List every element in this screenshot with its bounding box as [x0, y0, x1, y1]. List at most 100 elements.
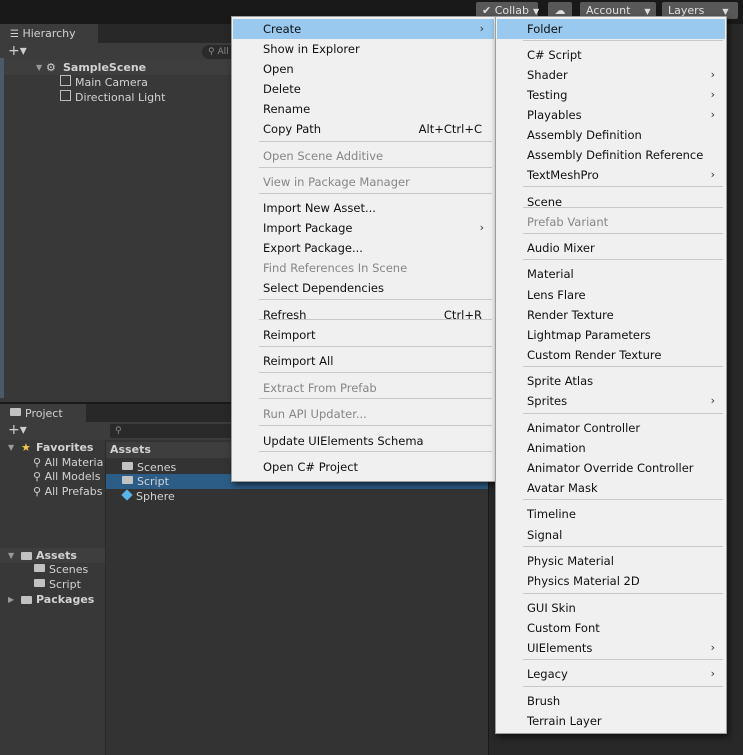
menu-item-copy-path[interactable]: Copy Path Alt+Ctrl+C — [233, 119, 494, 139]
menu-item-import-package[interactable]: Import Package › — [233, 218, 494, 238]
create-menu-item-lens-flare[interactable]: Lens Flare — [497, 285, 725, 305]
create-menu-item-assembly-definition-reference[interactable]: Assembly Definition Reference — [497, 145, 725, 165]
create-menu-item-signal[interactable]: Signal — [497, 525, 725, 545]
create-menu-item-c-script[interactable]: C# Script — [497, 45, 725, 65]
menu-item-export-package[interactable]: Export Package... — [233, 238, 494, 258]
menu-item-label: Open — [263, 62, 294, 76]
create-menu-item-gui-skin[interactable]: GUI Skin — [497, 598, 725, 618]
create-menu-item-physics-material-2d[interactable]: Physics Material 2D — [497, 571, 725, 591]
expand-arrow-icon: ▼ — [8, 443, 15, 452]
menu-item-update-uielements-schema[interactable]: Update UIElements Schema — [233, 431, 494, 451]
menu-item-label: Delete — [263, 82, 301, 96]
menu-separator — [523, 546, 723, 547]
create-menu-item-custom-font[interactable]: Custom Font — [497, 618, 725, 638]
menu-separator — [523, 686, 723, 687]
favorite-item[interactable]: ⚲ All Prefabs — [33, 484, 103, 499]
menu-item-create[interactable]: Create › — [233, 19, 494, 39]
menu-item-select-dependencies[interactable]: Select Dependencies — [233, 278, 494, 298]
add-icon[interactable]: +▾ — [8, 422, 27, 438]
menu-separator — [259, 398, 492, 399]
menu-item-label: Custom Render Texture — [527, 348, 662, 362]
create-menu-item-textmeshpro[interactable]: TextMeshPro › — [497, 165, 725, 185]
hierarchy-item[interactable]: Directional Light — [60, 90, 165, 105]
menu-item-open[interactable]: Open — [233, 59, 494, 79]
tab-project[interactable]: Project — [0, 404, 86, 424]
menu-separator — [523, 207, 723, 208]
create-menu-item-render-texture[interactable]: Render Texture — [497, 305, 725, 325]
create-menu-item-animator-override-controller[interactable]: Animator Override Controller — [497, 458, 725, 478]
create-menu-item-physic-material[interactable]: Physic Material — [497, 551, 725, 571]
create-menu-item-sprites[interactable]: Sprites › — [497, 391, 725, 411]
favorite-item[interactable]: ⚲ All Models — [33, 469, 100, 484]
create-menu-item-sprite-atlas[interactable]: Sprite Atlas — [497, 371, 725, 391]
content-item[interactable]: Scenes — [122, 460, 176, 475]
create-menu-item-terrain-layer[interactable]: Terrain Layer — [497, 711, 725, 731]
collapse-arrow-icon: ▶ — [8, 595, 15, 604]
create-menu-item-testing[interactable]: Testing › — [497, 85, 725, 105]
menu-item-label: Lens Flare — [527, 288, 586, 302]
menu-item-label: Terrain Layer — [527, 714, 602, 728]
chevron-right-icon: › — [710, 88, 715, 101]
packages-row[interactable]: ▶ Packages — [0, 592, 105, 607]
hierarchy-item[interactable]: Main Camera — [60, 75, 148, 90]
menu-item-label: Custom Font — [527, 621, 600, 635]
folder-icon — [10, 408, 21, 416]
create-menu-item-custom-render-texture[interactable]: Custom Render Texture — [497, 345, 725, 365]
content-item[interactable]: Sphere — [121, 489, 175, 504]
create-menu-item-uielements[interactable]: UIElements › — [497, 638, 725, 658]
create-menu-item-animation[interactable]: Animation — [497, 438, 725, 458]
menu-separator — [259, 372, 492, 373]
create-menu-item-timeline[interactable]: Timeline — [497, 504, 725, 524]
menu-item-show-in-explorer[interactable]: Show in Explorer — [233, 39, 494, 59]
create-menu-item-lightmap-parameters[interactable]: Lightmap Parameters — [497, 325, 725, 345]
menu-item-reimport-all[interactable]: Reimport All — [233, 351, 494, 371]
gameobject-cube-icon — [60, 75, 71, 86]
menu-item-reimport[interactable]: Reimport — [233, 325, 494, 345]
menu-item-label: C# Script — [527, 48, 582, 62]
folder-open-icon — [21, 552, 32, 560]
menu-item-label: GUI Skin — [527, 601, 576, 615]
asset-folder-item[interactable]: Script — [34, 577, 81, 592]
menu-separator — [259, 193, 492, 194]
project-search-input[interactable]: ⚲ — [110, 424, 240, 438]
create-menu-item-legacy[interactable]: Legacy › — [497, 664, 725, 684]
add-icon[interactable]: +▾ — [8, 43, 27, 59]
menu-separator — [523, 233, 723, 234]
menu-separator — [259, 319, 492, 320]
asset-folder-item[interactable]: Scenes — [34, 562, 88, 577]
folder-icon — [21, 596, 32, 604]
project-content: Assets Scenes Script Sphere — [106, 440, 488, 755]
create-menu-item-animator-controller[interactable]: Animator Controller — [497, 418, 725, 438]
menu-item-label: Physic Material — [527, 554, 614, 568]
create-menu-item-audio-mixer[interactable]: Audio Mixer — [497, 238, 725, 258]
assets-row[interactable]: ▼ Assets — [0, 548, 105, 563]
favorites-row[interactable]: ▼ ★ Favorites — [0, 440, 105, 455]
search-icon: ⚲ — [33, 470, 42, 483]
chevron-right-icon: › — [479, 22, 484, 35]
gameobject-cube-icon — [60, 90, 71, 101]
menu-item-import-new-asset[interactable]: Import New Asset... — [233, 198, 494, 218]
create-menu-item-shader[interactable]: Shader › — [497, 65, 725, 85]
menu-item-label: Animator Override Controller — [527, 461, 694, 475]
create-menu-item-scene[interactable]: Scene — [497, 192, 725, 212]
create-menu-item-material[interactable]: Material — [497, 264, 725, 284]
menu-item-delete[interactable]: Delete — [233, 79, 494, 99]
menu-separator — [523, 413, 723, 414]
menu-item-label: Animator Controller — [527, 421, 641, 435]
menu-item-refresh[interactable]: Refresh Ctrl+R — [233, 305, 494, 325]
create-menu-item-assembly-definition[interactable]: Assembly Definition — [497, 125, 725, 145]
favorite-item[interactable]: ⚲ All Materia — [33, 455, 103, 470]
menu-item-label: Playables — [527, 108, 582, 122]
breadcrumb-assets[interactable]: Assets — [110, 442, 151, 457]
tab-hierarchy[interactable]: ☰ Hierarchy — [0, 24, 98, 44]
create-menu-item-avatar-mask[interactable]: Avatar Mask — [497, 478, 725, 498]
create-menu-item-brush[interactable]: Brush — [497, 691, 725, 711]
create-menu-item-folder[interactable]: Folder — [497, 19, 725, 39]
create-menu-item-playables[interactable]: Playables › — [497, 105, 725, 125]
menu-item-open-c-project[interactable]: Open C# Project — [233, 457, 494, 477]
menu-separator — [523, 186, 723, 187]
menu-item-rename[interactable]: Rename — [233, 99, 494, 119]
unity-scene-icon: ⚙ — [46, 61, 56, 74]
menu-item-label: Signal — [527, 528, 563, 542]
menu-item-label: Brush — [527, 694, 561, 708]
